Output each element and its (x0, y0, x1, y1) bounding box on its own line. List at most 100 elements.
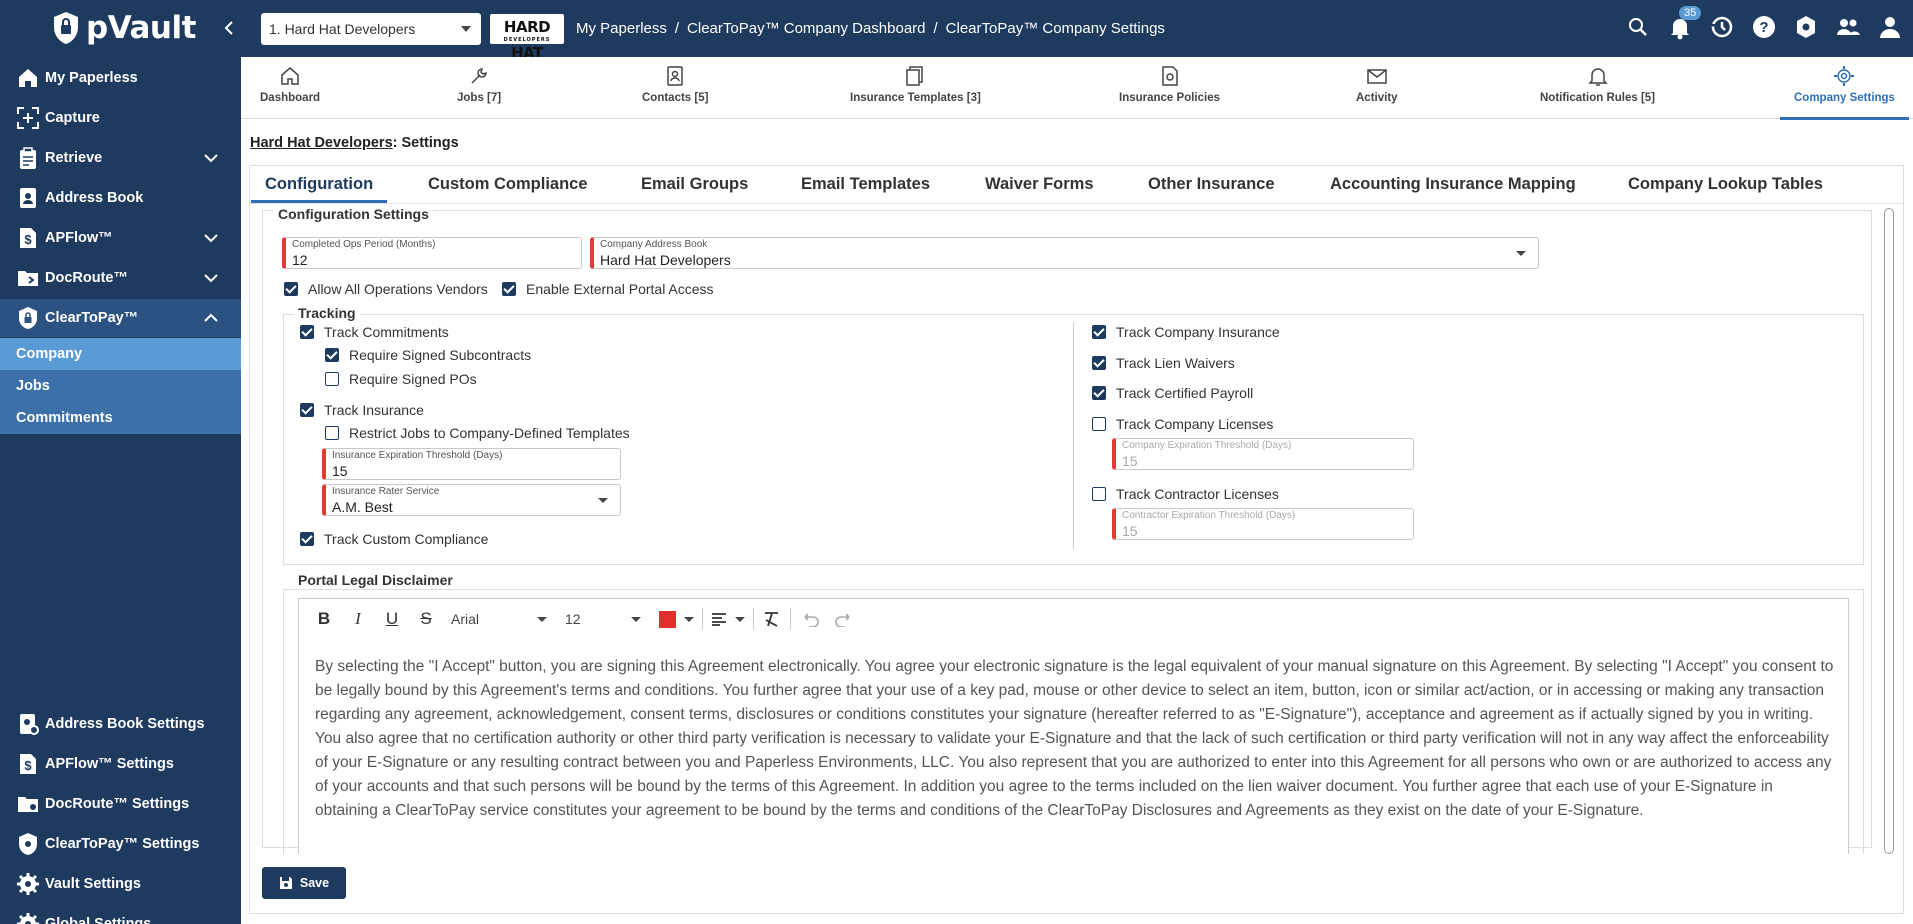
strikethrough-button[interactable]: S (413, 607, 439, 631)
text-color-picker[interactable] (659, 610, 694, 628)
checkbox-checked[interactable] (325, 348, 339, 362)
field-value: 15 (1122, 523, 1138, 539)
settings-tabs: Configuration Custom Compliance Email Gr… (250, 166, 1903, 204)
tab-insurance-templates[interactable]: Insurance Templates [3] (850, 65, 981, 117)
clear-formatting-icon[interactable] (762, 610, 782, 628)
sidebar-item-vault-settings[interactable]: Vault Settings (0, 865, 241, 903)
breadcrumb-company-settings[interactable]: ClearToPay™ Company Settings (946, 20, 1165, 37)
help-icon[interactable]: ? (1751, 14, 1777, 40)
disclaimer-text[interactable]: By selecting the "I Accept" button, you … (315, 655, 1836, 823)
address-book-gear-icon (20, 714, 39, 735)
company-address-book-select[interactable]: Company Address Book Hard Hat Developers (590, 237, 1539, 269)
checkbox-unchecked[interactable] (325, 426, 339, 440)
tab-activity[interactable]: Activity (1356, 65, 1398, 117)
restrict-jobs-checkbox[interactable]: Restrict Jobs to Company-Defined Templat… (325, 425, 630, 441)
breadcrumb-company-dashboard[interactable]: ClearToPay™ Company Dashboard (687, 20, 925, 37)
settings-icon[interactable] (1793, 14, 1819, 40)
insurance-expiration-threshold-field[interactable]: Insurance Expiration Threshold (Days) 15 (322, 448, 621, 480)
track-commitments-checkbox[interactable]: Track Commitments (300, 324, 449, 340)
tab-company-settings[interactable]: Company Settings (1780, 65, 1909, 120)
notification-count-badge: 35 (1679, 6, 1702, 20)
require-signed-pos-checkbox[interactable]: Require Signed POs (325, 371, 477, 387)
company-link[interactable]: Hard Hat Developers (250, 135, 393, 151)
module-tabs: Dashboard Jobs [7] Contacts [5] Insuranc… (241, 57, 1913, 120)
underline-button[interactable]: U (379, 607, 405, 631)
sidebar-item-cleartopay-settings[interactable]: ClearToPay™ Settings (0, 825, 241, 863)
checkbox-checked[interactable] (1092, 356, 1106, 370)
track-custom-compliance-checkbox[interactable]: Track Custom Compliance (300, 531, 488, 547)
track-company-insurance-checkbox[interactable]: Track Company Insurance (1092, 324, 1280, 340)
checkbox-checked[interactable] (300, 325, 314, 339)
sidebar-item-cleartopay[interactable]: ClearToPay™ (0, 299, 241, 337)
checkbox-checked[interactable] (300, 532, 314, 546)
checkbox-checked[interactable] (1092, 325, 1106, 339)
track-certified-payroll-checkbox[interactable]: Track Certified Payroll (1092, 385, 1253, 401)
tab-contacts[interactable]: Contacts [5] (642, 65, 708, 117)
company-select[interactable]: 1. Hard Hat Developers (261, 13, 481, 45)
redo-icon[interactable] (833, 611, 855, 627)
tab-waiver-forms[interactable]: Waiver Forms (985, 175, 1094, 194)
sidebar-item-my-paperless[interactable]: My Paperless (0, 59, 241, 97)
collapse-sidebar-icon[interactable] (218, 16, 240, 40)
sidebar-subitem-commitments[interactable]: Commitments (0, 402, 241, 434)
users-icon[interactable] (1835, 14, 1861, 40)
tab-company-lookup-tables[interactable]: Company Lookup Tables (1628, 175, 1823, 194)
history-icon[interactable] (1709, 14, 1735, 40)
logo-text: pVault (86, 10, 196, 46)
checkbox-checked[interactable] (1092, 386, 1106, 400)
allow-all-operations-vendors-checkbox[interactable]: Allow All Operations Vendors (284, 281, 488, 297)
app-logo[interactable]: pVault (52, 10, 196, 46)
save-button[interactable]: Save (262, 867, 346, 899)
notifications-button[interactable]: 35 (1667, 6, 1702, 40)
tab-email-groups[interactable]: Email Groups (641, 175, 748, 194)
tab-email-templates[interactable]: Email Templates (801, 175, 930, 194)
chevron-down-icon (684, 616, 694, 622)
checkbox-checked[interactable] (300, 403, 314, 417)
tab-label: Jobs [7] (457, 92, 502, 104)
checkbox-checked[interactable] (284, 282, 298, 296)
tab-notification-rules[interactable]: Notification Rules [5] (1540, 65, 1655, 117)
sidebar-item-docroute[interactable]: DocRoute™ (0, 259, 241, 297)
insurance-rater-service-select[interactable]: Insurance Rater Service A.M. Best (322, 484, 621, 516)
sidebar-item-retrieve[interactable]: Retrieve (0, 139, 241, 177)
checkbox-unchecked[interactable] (1092, 487, 1106, 501)
breadcrumb-my-paperless[interactable]: My Paperless (576, 20, 667, 37)
tab-dashboard[interactable]: Dashboard (260, 65, 320, 117)
clipboard-icon (20, 147, 36, 169)
require-signed-subcontracts-checkbox[interactable]: Require Signed Subcontracts (325, 347, 531, 363)
enable-external-portal-access-checkbox[interactable]: Enable External Portal Access (502, 281, 714, 297)
sidebar-item-capture[interactable]: Capture (0, 99, 241, 137)
tab-configuration[interactable]: Configuration (250, 175, 388, 203)
sidebar-subitem-company[interactable]: Company (0, 338, 241, 370)
sidebar-item-global-settings[interactable]: Global Settings (0, 905, 241, 924)
vertical-scrollbar[interactable] (1884, 208, 1894, 854)
sidebar-item-apflow[interactable]: $ APFlow™ (0, 219, 241, 257)
tab-jobs[interactable]: Jobs [7] (457, 65, 501, 117)
sidebar-item-docroute-settings[interactable]: DocRoute™ Settings (0, 785, 241, 823)
align-dropdown[interactable] (711, 612, 745, 626)
chevron-down-icon (537, 616, 547, 622)
track-company-licenses-checkbox[interactable]: Track Company Licenses (1092, 416, 1273, 432)
font-family-dropdown[interactable]: Arial (451, 611, 555, 627)
tab-accounting-insurance-mapping[interactable]: Accounting Insurance Mapping (1330, 175, 1576, 194)
checkbox-checked[interactable] (502, 282, 516, 296)
user-profile-icon[interactable] (1877, 14, 1903, 40)
sidebar-subitem-jobs[interactable]: Jobs (0, 370, 241, 402)
track-insurance-checkbox[interactable]: Track Insurance (300, 402, 424, 418)
search-icon[interactable] (1625, 14, 1651, 40)
track-contractor-licenses-checkbox[interactable]: Track Contractor Licenses (1092, 486, 1279, 502)
italic-button[interactable]: I (345, 607, 371, 631)
tab-other-insurance[interactable]: Other Insurance (1148, 175, 1275, 194)
checkbox-unchecked[interactable] (325, 372, 339, 386)
undo-icon[interactable] (799, 611, 821, 627)
sidebar-item-address-book[interactable]: Address Book (0, 179, 241, 217)
sidebar-item-apflow-settings[interactable]: $ APFlow™ Settings (0, 745, 241, 783)
tab-insurance-policies[interactable]: Insurance Policies (1119, 65, 1220, 117)
track-lien-waivers-checkbox[interactable]: Track Lien Waivers (1092, 355, 1235, 371)
checkbox-unchecked[interactable] (1092, 417, 1106, 431)
font-size-dropdown[interactable]: 12 (565, 611, 649, 627)
completed-ops-period-field[interactable]: Completed Ops Period (Months) 12 (282, 237, 582, 269)
sidebar-item-address-book-settings[interactable]: Address Book Settings (0, 705, 241, 743)
tab-custom-compliance[interactable]: Custom Compliance (428, 175, 588, 194)
bold-button[interactable]: B (311, 607, 337, 631)
